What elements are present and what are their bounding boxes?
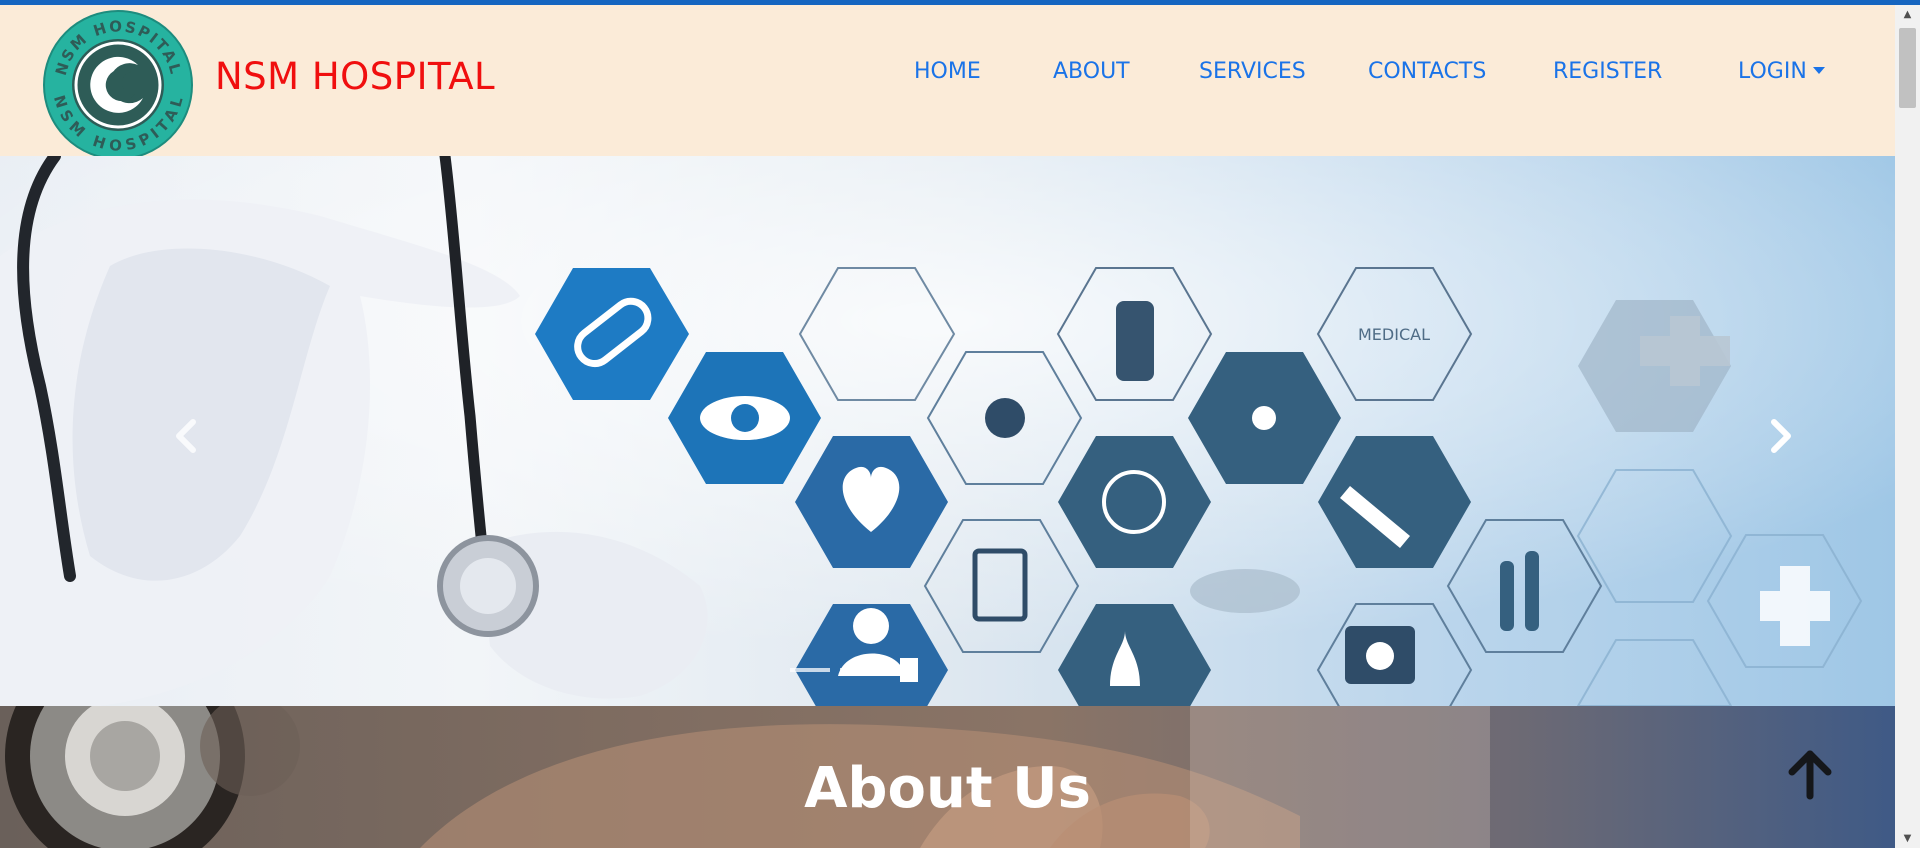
nav-services[interactable]: SERVICES <box>1199 59 1306 84</box>
hero-carousel: MEDICAL <box>0 156 1895 706</box>
caret-down-icon <box>1812 67 1825 74</box>
scroll-down-arrow-icon[interactable]: ▼ <box>1900 832 1915 846</box>
nav-about[interactable]: ABOUT <box>1053 59 1130 84</box>
carousel-prev-button[interactable] <box>157 406 217 466</box>
hexagon-medical-label: MEDICAL <box>1358 325 1430 344</box>
top-accent-line <box>0 0 1920 5</box>
carousel-indicator-1[interactable] <box>790 668 830 672</box>
nav-login-label: LOGIN <box>1738 59 1807 84</box>
navbar: NSM HOSPITAL NSM HOSPITAL NSM HOSPITAL H… <box>0 5 1895 160</box>
nav-home[interactable]: HOME <box>914 59 981 84</box>
carousel-indicator-2[interactable] <box>840 668 880 672</box>
hero-medical-image: MEDICAL <box>0 156 1895 706</box>
about-section: About Us <box>0 706 1895 848</box>
page-scrollbar[interactable] <box>1895 5 1920 848</box>
page: NSM HOSPITAL NSM HOSPITAL NSM HOSPITAL H… <box>0 0 1895 848</box>
hospital-logo[interactable]: NSM HOSPITAL NSM HOSPITAL <box>43 10 194 161</box>
scrollbar-thumb[interactable] <box>1899 28 1916 108</box>
back-to-top-button[interactable] <box>1785 744 1835 800</box>
brand-name[interactable]: NSM HOSPITAL <box>215 55 495 98</box>
nav-register[interactable]: REGISTER <box>1553 59 1662 84</box>
carousel-next-button[interactable] <box>1750 406 1810 466</box>
arrow-up-icon <box>1788 750 1832 800</box>
about-us-heading: About Us <box>804 756 1091 821</box>
scroll-up-arrow-icon[interactable]: ▲ <box>1900 8 1915 22</box>
nav-login-dropdown[interactable]: LOGIN <box>1738 59 1825 84</box>
nav-contacts[interactable]: CONTACTS <box>1368 59 1486 84</box>
carousel-indicator-3[interactable] <box>900 658 918 682</box>
